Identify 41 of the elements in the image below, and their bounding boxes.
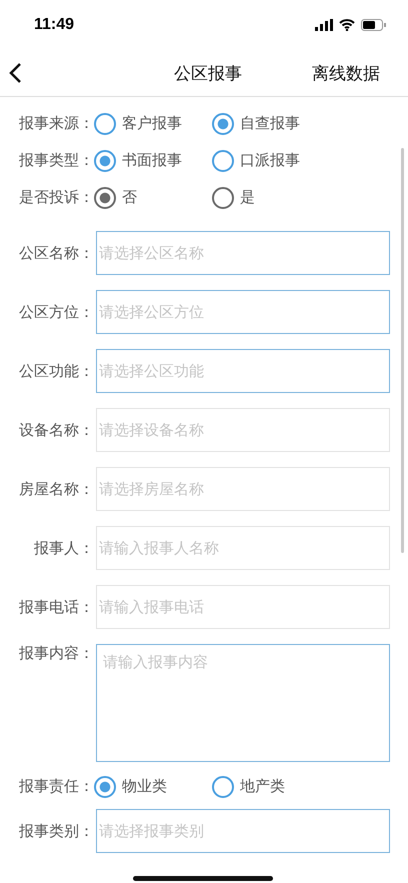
field-label: 设备名称： — [18, 420, 94, 440]
text-area[interactable]: 请输入报事内容 — [96, 644, 390, 762]
offline-data-button[interactable]: 离线数据 — [312, 62, 408, 84]
option-label[interactable]: 地产类 — [240, 777, 285, 796]
input-field[interactable]: 请选择公区名称 — [96, 231, 390, 275]
back-chevron-icon — [8, 62, 22, 84]
radio-button[interactable] — [94, 776, 116, 798]
option-label[interactable]: 书面报事 — [122, 151, 182, 170]
option-label[interactable]: 口派报事 — [240, 151, 300, 170]
field-label: 是否投诉： — [18, 188, 94, 207]
option-label[interactable]: 客户报事 — [122, 114, 182, 133]
option-label[interactable]: 否 — [122, 188, 137, 207]
input-field[interactable]: 请选择报事类别 — [96, 809, 390, 853]
option-label[interactable]: 自查报事 — [240, 114, 300, 133]
radio-button[interactable] — [212, 186, 234, 208]
signal-icon — [315, 19, 333, 31]
field-label: 报事类别： — [18, 822, 94, 840]
radio-button[interactable] — [94, 112, 116, 134]
radio-button[interactable] — [94, 150, 116, 172]
option-label[interactable]: 是 — [240, 188, 255, 207]
radio-button[interactable] — [212, 150, 234, 172]
status-time: 11:49 — [34, 16, 74, 34]
field-label: 报事人： — [33, 538, 94, 558]
page-title: 公区报事 — [173, 62, 243, 84]
field-label: 房屋名称： — [18, 480, 94, 498]
field-label: 公区名称： — [18, 244, 94, 262]
field-label: 公区功能： — [18, 362, 94, 380]
field-label: 报事来源： — [18, 114, 94, 133]
field-label: 公区方位： — [18, 302, 94, 322]
radio-button[interactable] — [94, 186, 116, 208]
battery-icon — [361, 19, 386, 31]
radio-button[interactable] — [212, 776, 234, 798]
option-label[interactable]: 物业类 — [122, 777, 167, 796]
radio-button[interactable] — [212, 112, 234, 134]
field-label: 报事类型： — [18, 151, 94, 170]
field-label: 报事责任： — [18, 777, 94, 796]
input-field[interactable]: 请选择公区功能 — [96, 349, 390, 393]
field-label: 报事电话： — [18, 598, 94, 616]
wifi-icon — [339, 19, 355, 31]
field-label: 报事内容： — [18, 644, 94, 663]
input-field[interactable]: 请选择公区方位 — [96, 290, 390, 334]
